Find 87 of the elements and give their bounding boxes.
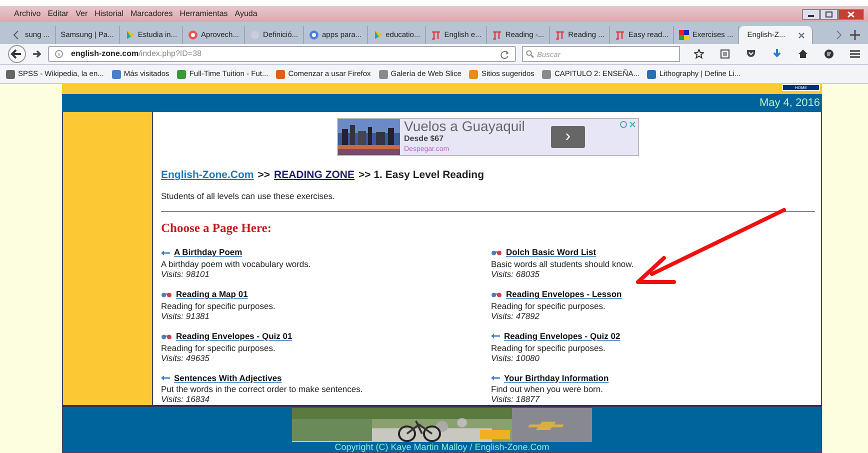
- ad-headline: Vuelos a Guayaquil: [404, 118, 525, 133]
- exercise-link[interactable]: Dolch Basic Word List: [506, 246, 596, 259]
- reload-icon[interactable]: [500, 50, 509, 58]
- visit-count: Visits: 10080: [491, 352, 540, 362]
- arrow-icon: [161, 250, 170, 256]
- site-icon: [615, 30, 626, 40]
- menu-item[interactable]: Herramientas: [180, 8, 228, 20]
- visit-count: Visits: 18877: [491, 394, 541, 404]
- visit-count: Visits: 98101: [161, 269, 211, 279]
- info-icon: [55, 50, 63, 58]
- item-description: Reading for specific purposes.: [161, 342, 276, 352]
- forward-icon[interactable]: [32, 49, 42, 59]
- exercise-link[interactable]: Reading Envelopes - Quiz 01: [176, 330, 292, 342]
- menu-item[interactable]: Archivo: [14, 8, 41, 20]
- minimize-icon[interactable]: [802, 8, 820, 20]
- menu-item[interactable]: Ver: [76, 8, 88, 20]
- visit-count: Visits: 91381: [161, 310, 210, 321]
- ad-price: Desde $67: [404, 132, 445, 145]
- exercise-link[interactable]: A Birthday Poem: [174, 246, 242, 259]
- breadcrumb-text: >> 1. Easy Level Reading: [358, 168, 484, 183]
- visit-count: Visits: 47892: [491, 310, 540, 321]
- menu-item[interactable]: Historial: [94, 8, 124, 20]
- site-icon: [647, 70, 656, 78]
- close-icon[interactable]: [798, 32, 806, 38]
- arrow-icon: [491, 374, 500, 381]
- intro-text: Students of all levels can use these exercises.: [161, 190, 336, 202]
- exercise-link[interactable]: Reading Envelopes - Lesson: [506, 288, 622, 301]
- download-icon[interactable]: [772, 49, 782, 59]
- site-icon: [112, 70, 121, 78]
- url-text: english-zone.com/index.php?ID=38: [71, 48, 202, 60]
- site-icon: [6, 70, 15, 78]
- site-icon: [177, 70, 186, 78]
- address-bar[interactable]: english-zone.com/index.php?ID=38: [48, 46, 516, 62]
- menu-item[interactable]: Ayuda: [234, 8, 258, 20]
- maximize-icon[interactable]: [820, 8, 838, 20]
- play-icon: [372, 30, 383, 40]
- exercise-link[interactable]: Reading Envelopes - Quiz 02: [504, 330, 620, 342]
- pocket-icon[interactable]: [746, 49, 756, 59]
- date-text: May 4, 2016: [759, 96, 820, 111]
- site-icon: [276, 70, 286, 78]
- arrow-icon: [491, 333, 500, 340]
- play-icon: [124, 30, 135, 40]
- item-description: Reading for specific purposes.: [161, 300, 276, 311]
- breadcrumb-text: >>: [258, 168, 270, 183]
- glasses-icon: [491, 290, 502, 298]
- arrow-icon: [161, 374, 170, 381]
- glasses-icon: [491, 249, 502, 256]
- item-description: Basic words all students should know.: [491, 259, 635, 269]
- close-icon[interactable]: [838, 8, 864, 20]
- breadcrumb-link[interactable]: English-Zone.Com: [161, 168, 254, 184]
- exercise-link[interactable]: Sentences With Adjectives: [174, 372, 282, 384]
- item-description: Put the words in the correct order to make sentences.: [161, 384, 364, 394]
- glasses-icon: [161, 290, 172, 298]
- site-icon: [431, 30, 442, 40]
- home-icon[interactable]: [798, 49, 808, 59]
- exercise-link[interactable]: Reading a Map 01: [176, 288, 248, 301]
- glasses-icon: [161, 332, 172, 340]
- next-button[interactable]: ›: [550, 126, 585, 148]
- copyright-text: Copyright (C) Kaye Martin Malloy / English-Zone.Com: [334, 442, 550, 452]
- site-icon: [469, 70, 478, 78]
- site-icon: [378, 70, 388, 78]
- menu-icon[interactable]: [850, 49, 860, 59]
- item-description: Reading for specific purposes.: [491, 300, 606, 311]
- target-icon: [188, 30, 198, 40]
- breadcrumb-link[interactable]: READING ZONE: [274, 168, 355, 184]
- visit-count: Visits: 68035: [491, 269, 541, 279]
- menu-item[interactable]: Editar: [48, 8, 69, 20]
- section-heading: Choose a Page Here:: [161, 220, 273, 237]
- new-tab-icon[interactable]: [850, 30, 860, 40]
- bookmark-star-icon[interactable]: [694, 49, 704, 59]
- menu-item[interactable]: Marcadores: [130, 8, 173, 20]
- scroll-right-icon[interactable]: [836, 30, 842, 40]
- visit-count: Visits: 49635: [161, 352, 210, 362]
- item-description: Find out when you were born.: [491, 384, 604, 394]
- site-icon: [492, 30, 502, 40]
- chat-icon[interactable]: [824, 49, 834, 59]
- squares-icon: [679, 30, 690, 40]
- g-icon: [309, 30, 319, 40]
- site-icon: [555, 30, 566, 40]
- search-icon: [526, 50, 534, 58]
- item-description: A birthday poem with vocabulary words.: [161, 259, 312, 269]
- reading-list-icon[interactable]: [720, 49, 730, 59]
- site-icon: [542, 70, 552, 78]
- item-description: Reading for specific purposes.: [491, 342, 606, 352]
- visit-count: Visits: 16834: [161, 394, 211, 404]
- back-icon[interactable]: [8, 45, 26, 63]
- exercise-link[interactable]: Your Birthday Information: [504, 372, 609, 384]
